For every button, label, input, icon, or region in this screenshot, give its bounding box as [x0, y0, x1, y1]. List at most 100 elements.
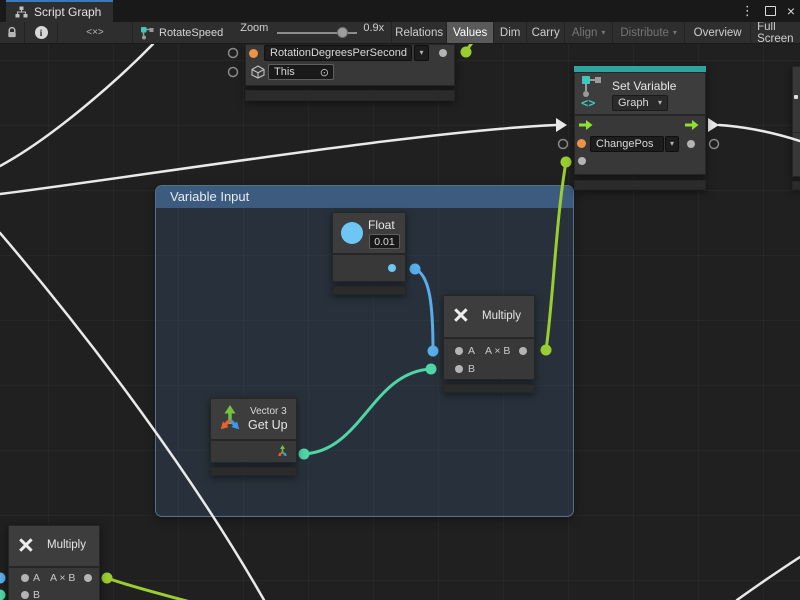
- chevron-down-icon: ▾: [673, 28, 677, 37]
- port-hollow[interactable]: [229, 68, 238, 77]
- graph-toolbar: i <×> RotateSpeed Zoom 0.9x Relations Va…: [0, 22, 800, 44]
- node-title: Multiply: [47, 539, 86, 551]
- chevron-down-icon: ▾: [601, 28, 605, 37]
- wire-endpoint-green[interactable]: [561, 157, 572, 168]
- graph-icon: [15, 6, 28, 18]
- node-type-label: Vector 3: [250, 406, 287, 417]
- multiply-icon: ×: [453, 301, 469, 329]
- port-value-orange[interactable]: [249, 49, 258, 58]
- graph-breadcrumb[interactable]: RotateSpeed: [140, 22, 223, 43]
- wire-green-multiply-to-setvariable[interactable]: [546, 162, 566, 350]
- target-picker-icon[interactable]: ⊙: [320, 66, 329, 80]
- node-float-literal[interactable]: Float 0.01: [332, 212, 406, 295]
- node-multiply[interactable]: × Multiply A A × B B: [443, 295, 535, 393]
- toolbar-button-values[interactable]: Values: [447, 22, 494, 43]
- wire-endpoint-blue[interactable]: [410, 264, 421, 275]
- vector3-icon: [216, 403, 244, 433]
- wire-white-from-setvariable[interactable]: [719, 125, 800, 141]
- flow-out-arrow-icon[interactable]: [685, 119, 699, 131]
- wire-blue-float-to-multiply[interactable]: [415, 269, 433, 351]
- zoom-value: 0.9x: [363, 22, 384, 43]
- toolbar-button-carry[interactable]: Carry: [527, 22, 565, 43]
- flow-arrow-out[interactable]: [708, 118, 719, 132]
- info-icon: i: [35, 26, 48, 39]
- toolbar-button-overview[interactable]: Overview: [685, 22, 751, 43]
- node-title: Set Variable: [612, 79, 676, 93]
- port-output[interactable]: [519, 347, 527, 355]
- multiply-icon: ×: [18, 531, 34, 559]
- graph-canvas[interactable]: Variable Input: [0, 44, 800, 600]
- info-button[interactable]: i: [25, 22, 58, 43]
- wire-endpoint-green[interactable]: [102, 573, 113, 584]
- chevron-down-icon: ▾: [670, 139, 674, 148]
- port-hollow[interactable]: [229, 49, 238, 58]
- lock-icon: [6, 26, 18, 39]
- node-title: Get Up: [248, 418, 288, 432]
- variable-dropdown-button[interactable]: ▾: [665, 136, 679, 152]
- code-preview-button[interactable]: <×>: [58, 22, 133, 43]
- toolbar-button-distribute[interactable]: Distribute ▾: [613, 22, 685, 43]
- wire-endpoint-green[interactable]: [461, 47, 472, 58]
- tab-title: Script Graph: [34, 5, 101, 19]
- float-value-input[interactable]: 0.01: [369, 234, 400, 249]
- zoom-label: Zoom: [240, 22, 268, 43]
- variable-dropdown-button[interactable]: ▾: [414, 45, 429, 61]
- port-value-orange[interactable]: [577, 139, 586, 148]
- wire-white-bottomright[interactable]: [737, 557, 800, 600]
- script-graph-window: Script Graph ⋮ × i <×>: [0, 0, 800, 600]
- close-icon[interactable]: ×: [787, 3, 795, 19]
- lock-button[interactable]: [0, 22, 25, 43]
- maximize-icon[interactable]: [765, 6, 776, 16]
- toolbar-button-relations[interactable]: Relations: [391, 22, 447, 43]
- toolbar-button-fullscreen[interactable]: Full Screen: [751, 22, 800, 43]
- flow-in-arrow-icon[interactable]: [579, 119, 593, 131]
- toolbar-button-dim[interactable]: Dim: [494, 22, 527, 43]
- port-output-float[interactable]: [388, 264, 396, 272]
- vector3-port-icon[interactable]: [276, 444, 289, 458]
- node-set-variable[interactable]: <> Set Variable Graph ▾ ChangePos ▾: [574, 66, 706, 190]
- port-hollow[interactable]: [559, 140, 568, 149]
- wire-white-to-setvariable[interactable]: [0, 125, 556, 194]
- wire-endpoint-teal[interactable]: [299, 449, 310, 460]
- port-hollow[interactable]: [710, 140, 719, 149]
- wire-white-topleft[interactable]: [0, 44, 153, 166]
- wire-teal-getup-to-multiply[interactable]: [304, 369, 431, 454]
- node-get-variable[interactable]: RotationDegreesPerSecond ▾ This ⊙: [245, 44, 455, 101]
- flow-arrow-in[interactable]: [556, 118, 567, 132]
- node-title: Float: [368, 218, 395, 232]
- variable-name-dropdown[interactable]: ChangePos: [590, 136, 664, 152]
- wire-endpoint-teal[interactable]: [0, 590, 6, 600]
- chevron-down-icon: ▾: [658, 96, 662, 110]
- variable-name-dropdown[interactable]: RotationDegreesPerSecond: [264, 45, 412, 61]
- set-variable-icon: <>: [581, 75, 603, 109]
- float-type-icon: [341, 222, 363, 244]
- tab-script-graph[interactable]: Script Graph: [6, 0, 113, 22]
- menu-icon[interactable]: ⋮: [741, 3, 754, 19]
- target-object-field[interactable]: This ⊙: [268, 64, 334, 80]
- wire-green-multiply-bottom-out[interactable]: [107, 578, 212, 600]
- svg-text:<>: <>: [581, 96, 595, 109]
- node-title: Multiply: [482, 310, 521, 322]
- port-input-a[interactable]: [455, 347, 463, 355]
- variable-kind-dropdown[interactable]: Graph ▾: [612, 95, 668, 111]
- gameobject-cube-icon: [251, 65, 265, 79]
- code-toggle-icon: <×>: [86, 27, 104, 38]
- zoom-slider-handle[interactable]: [337, 27, 348, 38]
- port-input-a[interactable]: [21, 574, 29, 582]
- zoom-slider[interactable]: [277, 22, 357, 44]
- port-output[interactable]: [84, 574, 92, 582]
- wire-endpoint-teal[interactable]: [426, 364, 437, 375]
- port-input[interactable]: [578, 157, 586, 165]
- port-output[interactable]: [687, 140, 695, 148]
- chevron-down-icon: ▾: [419, 48, 423, 57]
- port-input-b[interactable]: [455, 365, 463, 373]
- port-output[interactable]: [439, 49, 447, 57]
- node-multiply-bottom[interactable]: × Multiply A A × B B: [8, 525, 100, 600]
- tab-bar: Script Graph ⋮ ×: [0, 0, 800, 22]
- port-input-b[interactable]: [21, 591, 29, 599]
- toolbar-button-align[interactable]: Align ▾: [565, 22, 613, 43]
- node-vector3-get-up[interactable]: Vector 3 Get Up: [210, 398, 297, 476]
- wire-endpoint-green[interactable]: [541, 345, 552, 356]
- wire-endpoint-blue[interactable]: [0, 573, 6, 584]
- wire-endpoint-blue[interactable]: [428, 346, 439, 357]
